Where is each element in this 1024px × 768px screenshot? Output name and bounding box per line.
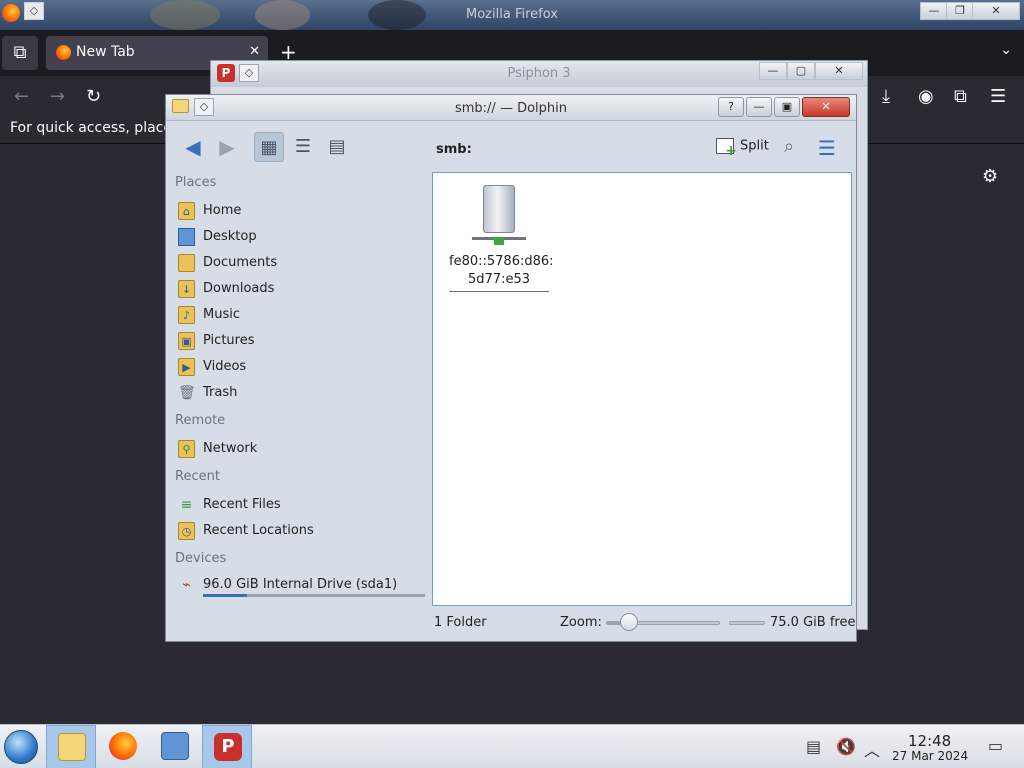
place-internal-drive[interactable]: ⌁ 96.0 GiB Internal Drive (sda1) — [178, 574, 426, 596]
place-recent-locations[interactable]: ◷ Recent Locations — [178, 520, 426, 542]
documents-folder-icon — [178, 254, 195, 272]
place-documents[interactable]: Documents — [178, 252, 426, 274]
details-view-icon[interactable]: ▤ — [322, 132, 352, 162]
minimize-button[interactable]: — — [920, 2, 948, 20]
free-space: 75.0 GiB free — [770, 615, 856, 630]
close-button[interactable]: ✕ — [815, 62, 863, 80]
music-folder-icon: ♪ — [178, 306, 195, 324]
taskbar-firefox[interactable] — [98, 725, 148, 768]
folder-count: 1 Folder — [434, 615, 487, 630]
clock-time[interactable]: 12:48 — [908, 732, 951, 750]
free-space-bar — [729, 621, 765, 625]
close-button[interactable]: ✕ — [972, 2, 1020, 20]
dolphin-window: ◇ smb:// — Dolphin ? — ▣ ✕ ◀ ▶ ▦ ☰ ▤ smb… — [165, 94, 857, 642]
status-bar: 1 Folder Zoom: 75.0 GiB free — [166, 609, 856, 639]
split-label: Split — [740, 138, 769, 154]
bookmarks-hint: For quick access, place — [10, 120, 172, 136]
recent-locations-icon: ◷ — [178, 522, 195, 540]
reload-icon[interactable]: ↻ — [86, 86, 101, 107]
place-videos[interactable]: ▶ Videos — [178, 356, 426, 378]
pictures-folder-icon: ▣ — [178, 332, 195, 350]
place-desktop[interactable]: Desktop — [178, 226, 426, 248]
videos-folder-icon: ▶ — [178, 358, 195, 376]
dolphin-titlebar: ◇ smb:// — Dolphin ? — ▣ ✕ — [166, 95, 856, 121]
compact-view-icon[interactable]: ☰ — [288, 132, 318, 162]
sidebar-toggle-icon[interactable]: ⧉ — [2, 36, 38, 70]
taskbar-system-settings[interactable] — [150, 725, 200, 768]
forward-arrow-icon[interactable]: → — [50, 86, 65, 107]
server-icon — [472, 185, 526, 240]
maximize-button[interactable]: ▢ — [787, 62, 815, 80]
network-host-item[interactable]: fe80::5786:d86: 5d77:e53 — [449, 181, 554, 292]
taskbar-psiphon[interactable]: P — [202, 725, 252, 768]
settings-monitor-icon — [161, 732, 189, 760]
forward-arrow-icon[interactable]: ▶ — [212, 132, 242, 162]
home-icon: ⌂ — [178, 202, 195, 220]
split-button[interactable]: Split — [716, 138, 769, 159]
firefox-favicon-icon — [56, 45, 71, 60]
firefox-titlebar: ◇ Mozilla Firefox — ❐ ✕ — [0, 0, 1024, 30]
item-label: fe80::5786:d86: 5d77:e53 — [449, 253, 554, 292]
desktop-icon — [178, 228, 195, 246]
taskbar-dolphin[interactable] — [46, 725, 96, 768]
place-home[interactable]: ⌂ Home — [178, 200, 426, 222]
close-button[interactable]: ✕ — [802, 97, 850, 117]
network-folder-icon: ⚲ — [178, 440, 195, 458]
maximize-button[interactable]: ▣ — [774, 97, 800, 117]
help-button[interactable]: ? — [718, 97, 744, 117]
place-network[interactable]: ⚲ Network — [178, 438, 426, 460]
place-pictures[interactable]: ▣ Pictures — [178, 330, 426, 352]
place-downloads[interactable]: ↓ Downloads — [178, 278, 426, 300]
recent-heading: Recent — [175, 469, 220, 484]
place-trash[interactable]: 🗑 Trash — [178, 382, 426, 404]
network-plug-icon — [494, 237, 504, 245]
psiphon-logo-icon: P — [214, 733, 242, 761]
clock-date[interactable]: 27 Mar 2024 — [892, 749, 968, 763]
dolphin-toolbar: ◀ ▶ ▦ ☰ ▤ smb: Split ⌕ ☰ — [166, 122, 856, 172]
show-desktop-icon[interactable]: ▭ — [988, 736, 1003, 755]
tab-close-icon[interactable]: ✕ — [249, 44, 260, 59]
chevron-down-icon[interactable]: ⌄ — [1000, 42, 1012, 58]
drive-usage-fill — [203, 594, 248, 597]
maximize-button[interactable]: ❐ — [946, 2, 974, 20]
extensions-icon[interactable]: ⧉ — [954, 86, 967, 107]
breadcrumb[interactable]: smb: — [436, 142, 472, 157]
minimize-button[interactable]: — — [746, 97, 772, 117]
remote-heading: Remote — [175, 413, 226, 428]
muted-speaker-icon[interactable]: 🔇 — [836, 737, 856, 756]
places-panel: Places ⌂ Home Desktop Documents ↓ Download… — [172, 173, 426, 603]
file-view[interactable]: fe80::5786:d86: 5d77:e53 — [432, 172, 852, 606]
folder-icon — [58, 733, 86, 761]
trash-icon: 🗑 — [178, 385, 196, 401]
back-arrow-icon[interactable]: ◀ — [178, 132, 208, 162]
devices-heading: Devices — [175, 551, 227, 566]
back-arrow-icon[interactable]: ← — [14, 86, 29, 107]
downloads-icon[interactable]: ⤓ — [882, 86, 890, 107]
search-icon[interactable]: ⌕ — [784, 136, 794, 157]
drive-usage-bar — [203, 594, 425, 597]
tab-label: New Tab — [76, 44, 135, 60]
psiphon-titlebar: P ◇ Psiphon 3 — ▢ ✕ — [211, 61, 867, 87]
icons-view-icon[interactable]: ▦ — [254, 132, 284, 162]
zoom-label: Zoom: — [560, 615, 602, 630]
hamburger-menu-icon[interactable]: ☰ — [818, 136, 836, 160]
clipboard-icon[interactable]: ▤ — [806, 737, 821, 756]
downloads-folder-icon: ↓ — [178, 280, 195, 298]
gear-icon[interactable]: ⚙ — [982, 166, 998, 187]
window-title: Mozilla Firefox — [466, 7, 558, 22]
place-recent-files[interactable]: ≡ Recent Files — [178, 494, 426, 516]
minimize-button[interactable]: — — [759, 62, 787, 80]
taskbar: P ▤ 🔇 ︿ 12:48 27 Mar 2024 ▭ — [0, 724, 1024, 768]
zoom-slider-handle[interactable] — [619, 613, 638, 631]
split-view-icon — [716, 138, 737, 159]
firefox-logo-icon — [109, 732, 137, 760]
place-music[interactable]: ♪ Music — [178, 304, 426, 326]
places-heading: Places — [175, 175, 217, 190]
chevron-up-icon[interactable]: ︿ — [864, 737, 880, 761]
drive-icon: ⌁ — [182, 577, 191, 593]
recent-files-icon: ≡ — [180, 497, 193, 513]
hamburger-menu-icon[interactable]: ☰ — [990, 86, 1006, 107]
account-icon[interactable]: ◉ — [918, 86, 934, 107]
start-menu-button[interactable] — [4, 730, 38, 764]
